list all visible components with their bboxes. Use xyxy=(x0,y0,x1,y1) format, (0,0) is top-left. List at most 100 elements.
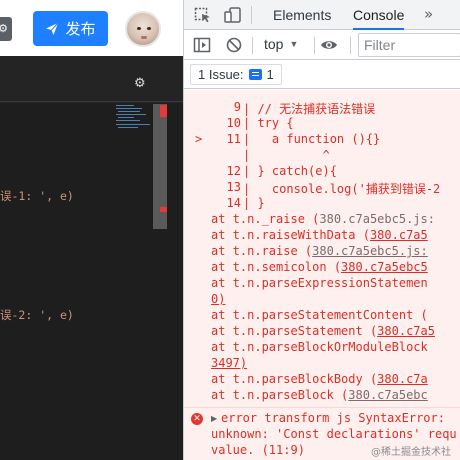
stack-frame: at t.n.parseExpressionStatemen xyxy=(211,276,428,290)
error-icon: ✕ xyxy=(191,413,203,425)
error-text: unknown: 'Const declarations' requ xyxy=(211,427,457,441)
more-tabs-icon[interactable]: » xyxy=(424,5,433,23)
error-text: value. (11:9) xyxy=(211,443,305,457)
stack-frame: at t.n.parseBlock (380.c7a5ebc xyxy=(211,388,428,402)
web-page: ⚙ 发布 ⚙ 误-1: ', e) 误-2: ', e) xyxy=(0,0,183,460)
stack-frame-text: at t.n.parseBlockOrModuleBlock xyxy=(211,340,428,354)
error-text: error transform js SyntaxError: xyxy=(221,411,445,425)
toolbar-divider xyxy=(252,37,253,54)
stack-frame-link[interactable]: 0) xyxy=(211,292,225,306)
chevron-down-icon: ▼ xyxy=(289,39,299,49)
clear-console-icon[interactable] xyxy=(225,36,243,54)
frame-code-text: } catch(e){ xyxy=(250,164,337,178)
error-marker xyxy=(160,105,167,117)
code-string: 误-2: ', e) xyxy=(0,308,74,322)
send-icon xyxy=(46,22,59,35)
expand-triangle-icon[interactable]: ▶ xyxy=(211,414,217,423)
publish-button[interactable]: 发布 xyxy=(33,11,108,46)
toolbar-divider xyxy=(314,37,315,54)
live-expression-eye-icon[interactable] xyxy=(320,36,338,54)
frame-line-code: | try { xyxy=(243,116,294,130)
stack-frame-link[interactable]: 380.c7a5ebc5.js: xyxy=(312,244,428,258)
error-message: 9 | // 无法捕获语法错误 10 | try { > 11 | a func… xyxy=(184,90,460,408)
device-toolbar-icon[interactable] xyxy=(224,7,242,23)
frame-error-marker: > xyxy=(195,132,203,146)
inspect-element-icon[interactable] xyxy=(194,7,212,23)
user-avatar[interactable] xyxy=(125,11,161,47)
frame-line-code: | console.log('捕获到错误-2 xyxy=(243,182,441,196)
frame-code-text: // 无法捕获语法错误 xyxy=(250,102,376,116)
devtools-panel: Elements Console » top ▼ Filter 1 Issue: xyxy=(183,0,460,460)
frame-line-code: | a function (){} xyxy=(243,132,381,146)
avatar-eye xyxy=(147,27,151,30)
context-select[interactable]: top ▼ xyxy=(264,36,298,52)
stack-frame-link[interactable]: 380.c7a5ebc5.js: xyxy=(319,212,435,226)
stack-frame: at t.n.parseBlockBody (380.c7a xyxy=(211,372,428,386)
frame-caret: ^ xyxy=(250,148,330,162)
frame-code-text: console.log('捕获到错误-2 xyxy=(250,182,441,196)
stack-frame-text: at t.n._raise ( xyxy=(211,212,320,226)
editor-settings-icon[interactable]: ⚙ xyxy=(134,76,146,91)
code-string: 误-1: ', e) xyxy=(0,189,74,203)
tab-console[interactable]: Console xyxy=(353,0,405,30)
tab-elements[interactable]: Elements xyxy=(273,0,331,30)
issues-label: 1 Issue: xyxy=(198,67,244,82)
stack-frame: at t.n.parseBlockOrModuleBlock xyxy=(211,340,428,354)
stack-frame: at t.n.parseStatementContent ( xyxy=(211,308,428,322)
frame-line-number: 12 xyxy=(226,164,241,178)
frame-line-number: 10 xyxy=(226,116,241,130)
frame-line-code: | } xyxy=(243,196,265,210)
toolbar-divider xyxy=(350,37,351,54)
frame-line-code: | // 无法捕获语法错误 xyxy=(243,102,376,116)
editor-minimap[interactable] xyxy=(114,103,156,133)
console-output[interactable]: 9 | // 无法捕获语法错误 10 | try { > 11 | a func… xyxy=(184,90,460,460)
stack-frame: at t.n.raiseWithData (380.c7a5 xyxy=(211,228,428,242)
stack-frame-text: at t.n.raise ( xyxy=(211,244,313,258)
stack-frame: at t.n._raise (380.c7a5ebc5.js: xyxy=(211,212,435,226)
frame-line-number: 14 xyxy=(226,196,241,210)
stack-frame-link[interactable]: 380.c7a5 xyxy=(370,228,428,242)
frame-caret-line: | ^ xyxy=(243,148,330,162)
issues-bar: 1 Issue: 1 xyxy=(184,60,460,89)
show-sidebar-icon[interactable] xyxy=(193,36,211,54)
stack-frame-text: at t.n.parseStatementContent ( xyxy=(211,308,428,322)
filter-input[interactable]: Filter xyxy=(358,33,460,57)
context-select-value: top xyxy=(264,36,284,52)
issues-button[interactable]: 1 Issue: 1 xyxy=(190,64,282,85)
frame-line-code: | } catch(e){ xyxy=(243,164,337,178)
stack-frame: at t.n.raise (380.c7a5ebc5.js: xyxy=(211,244,428,258)
stack-frame: at t.n.semicolon (380.c7a5ebc5 xyxy=(211,260,428,274)
frame-line-number: 13 xyxy=(226,180,241,194)
stack-frame-link[interactable]: 380.c7a5 xyxy=(377,324,435,338)
console-toolbar: top ▼ Filter xyxy=(184,30,460,60)
frame-line-number: 9 xyxy=(233,100,241,114)
site-header: ⚙ 发布 xyxy=(0,0,183,56)
stack-frame-text: at t.n.parseExpressionStatemen xyxy=(211,276,428,290)
frame-line-number: 11 xyxy=(226,132,241,146)
frame-code-text: } xyxy=(250,196,265,210)
error-marker xyxy=(160,207,167,212)
stack-frame-link[interactable]: 380.c7a xyxy=(377,372,428,386)
stack-frame-text: at t.n.parseStatement ( xyxy=(211,324,378,338)
editor-header: ⚙ xyxy=(0,66,183,102)
issue-message-icon xyxy=(248,69,262,80)
stack-frame-link[interactable]: 380.c7a5ebc5 xyxy=(341,260,428,274)
publish-button-label: 发布 xyxy=(65,20,96,38)
devtools-tabbar: Elements Console » xyxy=(184,0,460,30)
avatar-mouth xyxy=(141,36,147,39)
stack-frame-text: at t.n.semicolon ( xyxy=(211,260,342,274)
avatar-eye xyxy=(137,27,141,30)
watermark: @稀土掘金技术社区 xyxy=(371,447,451,458)
stack-frame-text: at t.n.parseBlock ( xyxy=(211,388,349,402)
stack-frame-link[interactable]: 380.c7a5ebc xyxy=(348,388,427,402)
code-line: 误-2: ', e) xyxy=(0,307,74,323)
stack-frame: at t.n.parseStatement (380.c7a5 xyxy=(211,324,435,338)
stack-frame-text: at t.n.parseBlockBody ( xyxy=(211,372,378,386)
stack-frame-text: at t.n.raiseWithData ( xyxy=(211,228,370,242)
stack-frame-link[interactable]: 3497) xyxy=(211,356,247,370)
code-line: 误-1: ', e) xyxy=(0,188,74,204)
settings-icon[interactable]: ⚙ xyxy=(0,17,12,41)
frame-code-text: a function (){} xyxy=(250,132,381,146)
toolbar-divider xyxy=(251,6,252,24)
issues-count: 1 xyxy=(266,67,274,82)
